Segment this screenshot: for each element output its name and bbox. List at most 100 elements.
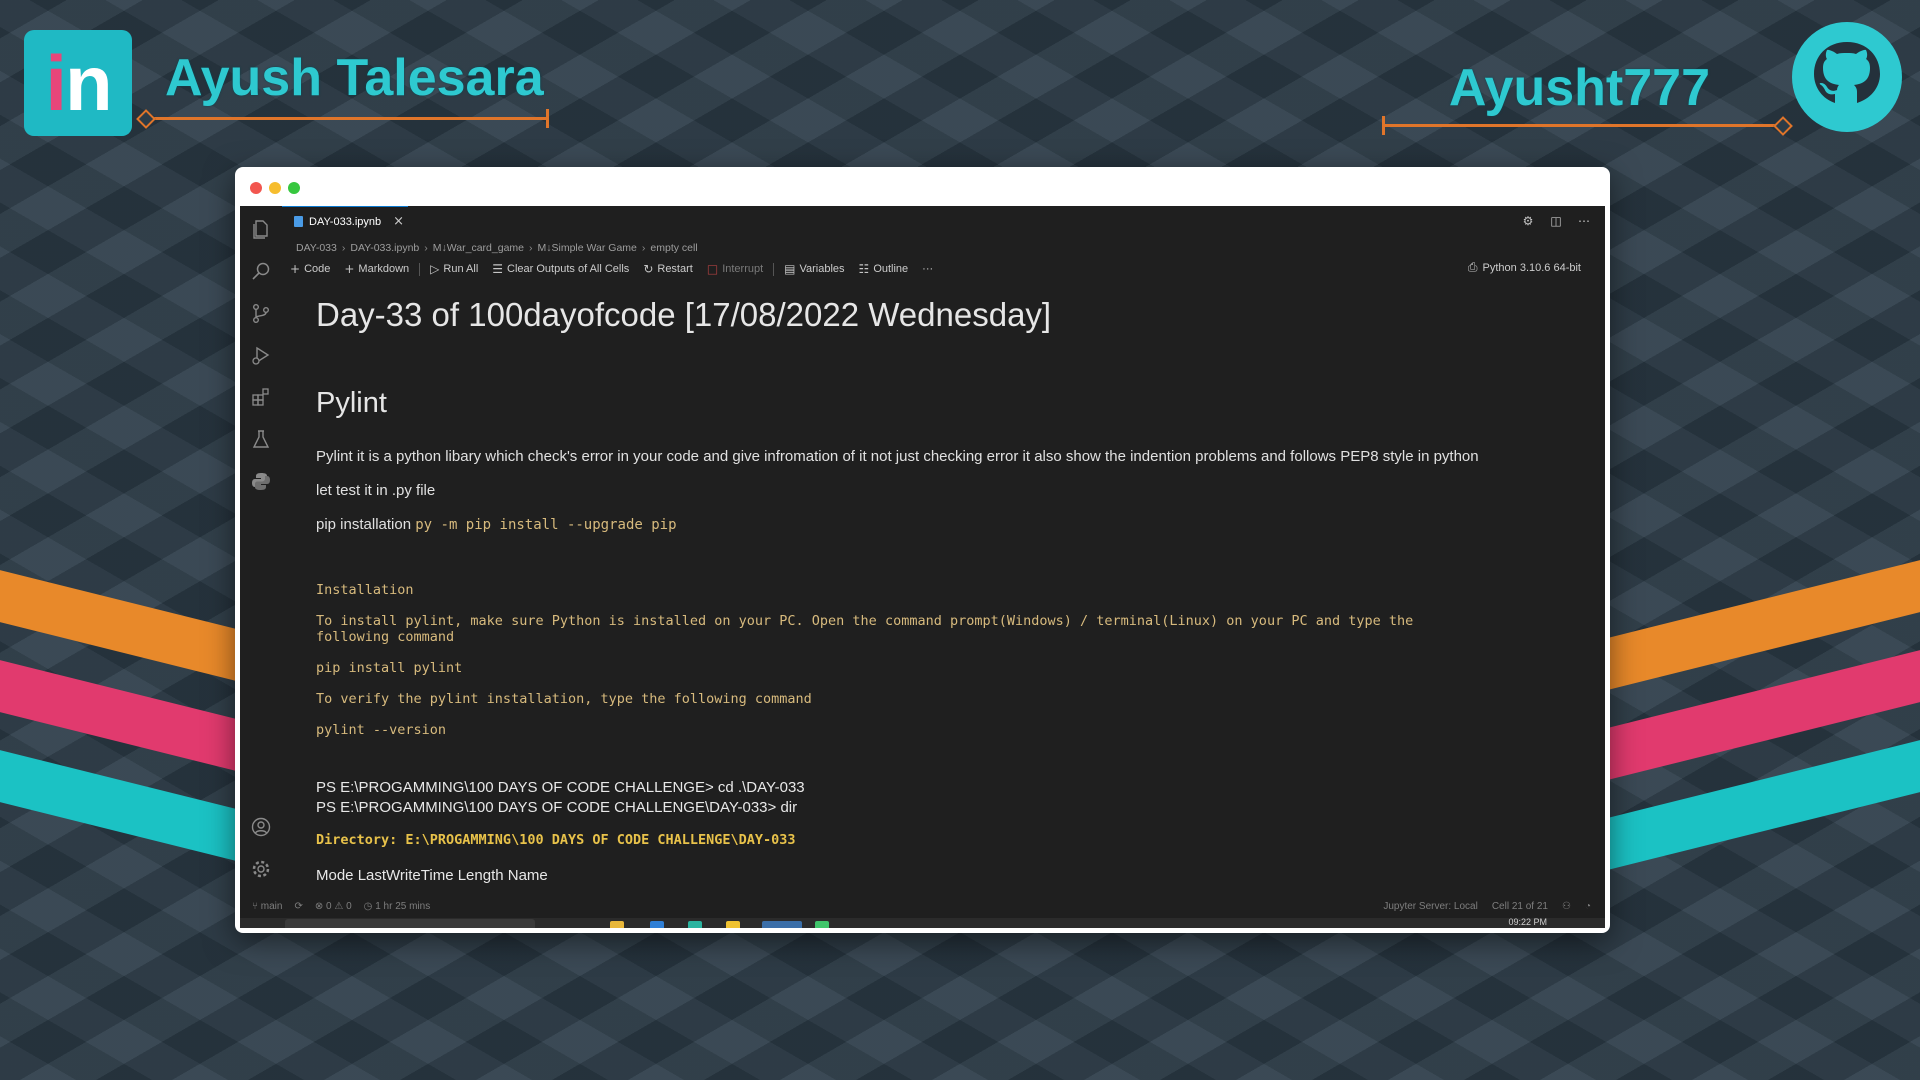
feedback-icon[interactable]: ⚇ bbox=[1562, 901, 1571, 912]
taskbar-search[interactable] bbox=[285, 919, 535, 928]
breadcrumb-item[interactable]: M↓War_card_game bbox=[433, 242, 524, 254]
decor-line-right bbox=[1382, 116, 1784, 135]
button-label: Variables bbox=[799, 263, 845, 275]
vscode-editor: DAY-033.ipynb × ⚙ ◫ ⋯ DAY-033 › DAY-033.… bbox=[240, 206, 1605, 928]
restart-icon: ↻ bbox=[643, 262, 654, 276]
session-time-label: 1 hr 25 mins bbox=[375, 901, 431, 912]
notebook-settings-gear-icon[interactable]: ⚙ bbox=[1521, 214, 1535, 228]
notebook-toolbar: + Code + Markdown ▷ Run All ☰ Clear Outputs … bbox=[290, 260, 1595, 278]
terminal-line: PS E:\PROGAMMING\100 DAYS OF CODE CHALLE… bbox=[316, 779, 805, 796]
sync-icon[interactable]: ⟳ bbox=[294, 901, 302, 912]
page-title: Day-33 of 100dayofcode [17/08/2022 Wedne… bbox=[316, 296, 1052, 333]
code-line: pip install pylint bbox=[316, 660, 463, 676]
kernel-icon: ⎙ bbox=[1467, 260, 1478, 274]
button-label: Run All bbox=[443, 263, 479, 275]
breadcrumb-item[interactable]: DAY-033 bbox=[296, 242, 337, 254]
interrupt-button[interactable]: □ Interrupt bbox=[707, 262, 763, 276]
source-control-icon[interactable] bbox=[250, 302, 272, 324]
notebook-file-icon bbox=[294, 216, 303, 227]
author-name: Ayush Talesara bbox=[165, 49, 544, 107]
button-label: Restart bbox=[657, 263, 693, 275]
pip-install-command: py -m pip install --upgrade pip bbox=[415, 517, 677, 533]
breadcrumb: DAY-033 › DAY-033.ipynb › M↓War_card_gam… bbox=[296, 241, 698, 255]
tab-bar: DAY-033.ipynb × ⚙ ◫ ⋯ bbox=[282, 206, 1605, 236]
toolbar-divider bbox=[419, 262, 421, 276]
settings-gear-icon[interactable] bbox=[250, 858, 272, 880]
chevron-right-icon: › bbox=[341, 242, 346, 254]
extensions-icon[interactable] bbox=[250, 386, 272, 408]
paragraph-description: Pylint it is a python libary which check… bbox=[316, 448, 1479, 465]
notebook-content: Day-33 of 100dayofcode [17/08/2022 Wedne… bbox=[316, 290, 1585, 896]
activity-bar bbox=[240, 206, 282, 896]
github-handle: Ayusht777 bbox=[1448, 59, 1710, 117]
more-actions-icon[interactable]: ⋯ bbox=[1577, 214, 1591, 228]
terminal-directory: Directory: E:\PROGAMMING\100 DAYS OF COD… bbox=[316, 832, 796, 848]
restart-button[interactable]: ↻ Restart bbox=[643, 262, 693, 276]
tab-label: DAY-033.ipynb bbox=[309, 215, 382, 228]
notifications-bell-icon[interactable]: ◔ bbox=[1585, 901, 1591, 912]
branch-label: main bbox=[260, 901, 283, 912]
variables-button[interactable]: ▤ Variables bbox=[784, 262, 844, 276]
file-explorer-icon[interactable] bbox=[610, 921, 624, 928]
add-code-cell-button[interactable]: + Code bbox=[290, 262, 330, 276]
run-debug-icon[interactable] bbox=[250, 344, 272, 366]
outline-button[interactable]: ☷ Outline bbox=[859, 262, 909, 276]
code-line: To install pylint, make sure Python is i… bbox=[316, 613, 1414, 629]
kernel-picker[interactable]: ⎙ Python 3.10.6 64-bit bbox=[1468, 260, 1581, 275]
chrome-icon[interactable] bbox=[815, 921, 829, 928]
close-window-button[interactable] bbox=[250, 182, 262, 194]
breadcrumb-item[interactable]: empty cell bbox=[650, 242, 697, 254]
plus-icon: + bbox=[344, 262, 355, 276]
taskbar-clock: 09:22 PM bbox=[1508, 918, 1547, 927]
testing-icon[interactable] bbox=[250, 428, 272, 450]
toolbar-divider bbox=[773, 262, 775, 276]
decor-stripe-pink-left bbox=[0, 660, 240, 772]
maximize-window-button[interactable] bbox=[288, 182, 300, 194]
linkedin-icon: in bbox=[24, 30, 132, 136]
button-label: ··· bbox=[922, 263, 934, 275]
explorer-icon[interactable] bbox=[250, 218, 272, 240]
code-line: following command bbox=[316, 629, 455, 645]
button-label: Markdown bbox=[358, 263, 410, 275]
search-icon[interactable] bbox=[250, 260, 272, 282]
tab-close-icon[interactable]: × bbox=[393, 214, 404, 229]
account-icon[interactable] bbox=[250, 816, 272, 838]
python-icon[interactable] bbox=[250, 470, 272, 492]
play-icon: ▷ bbox=[430, 262, 440, 276]
github-icon bbox=[1792, 22, 1902, 132]
jupyter-server-status[interactable]: Jupyter Server: Local bbox=[1383, 901, 1478, 912]
outline-icon: ☷ bbox=[858, 262, 870, 276]
clear-outputs-button[interactable]: ☰ Clear Outputs of All Cells bbox=[492, 262, 629, 276]
terminal-line: PS E:\PROGAMMING\100 DAYS OF CODE CHALLE… bbox=[316, 799, 798, 816]
os-taskbar: 09:22 PM bbox=[240, 918, 1605, 928]
branch-status[interactable]: ⑂ main bbox=[252, 901, 282, 912]
status-bar: ⑂ main ⟳ ⊗ 0 ⚠ 0 ◷ 1 hr 25 mins Jupyter … bbox=[240, 896, 1605, 928]
add-markdown-cell-button[interactable]: + Markdown bbox=[344, 262, 409, 276]
plus-icon: + bbox=[290, 262, 301, 276]
chevron-right-icon: › bbox=[424, 242, 428, 254]
problems-status[interactable]: ⊗ 0 ⚠ 0 bbox=[315, 901, 352, 912]
decor-stripe-teal-left bbox=[0, 750, 240, 862]
session-time: ◷ 1 hr 25 mins bbox=[364, 901, 431, 912]
kernel-label: Python 3.10.6 64-bit bbox=[1482, 261, 1581, 274]
split-editor-icon[interactable]: ◫ bbox=[1549, 214, 1563, 228]
taskbar-app-icon[interactable] bbox=[726, 921, 740, 928]
code-line: pylint --version bbox=[316, 722, 447, 738]
clock-icon: ◷ bbox=[363, 901, 376, 912]
paragraph-test: let test it in .py file bbox=[316, 482, 436, 499]
code-line: To verify the pylint installation, type … bbox=[316, 691, 812, 707]
breadcrumb-item[interactable]: M↓Simple War Game bbox=[538, 242, 637, 254]
decor-line-left bbox=[145, 109, 549, 128]
cell-position[interactable]: Cell 21 of 21 bbox=[1492, 901, 1548, 912]
button-label: Code bbox=[304, 263, 331, 275]
button-label: Interrupt bbox=[722, 263, 764, 275]
edge-icon[interactable] bbox=[688, 921, 702, 928]
minimize-window-button[interactable] bbox=[269, 182, 281, 194]
variables-icon: ▤ bbox=[784, 262, 796, 276]
toolbar-more-button[interactable]: ··· bbox=[922, 263, 933, 275]
tab-day-033-notebook[interactable]: DAY-033.ipynb × bbox=[282, 206, 408, 236]
store-icon[interactable] bbox=[650, 921, 664, 928]
vscode-taskbar-icon[interactable] bbox=[762, 921, 802, 928]
run-all-button[interactable]: ▷ Run All bbox=[430, 262, 478, 276]
breadcrumb-item[interactable]: DAY-033.ipynb bbox=[350, 242, 419, 254]
